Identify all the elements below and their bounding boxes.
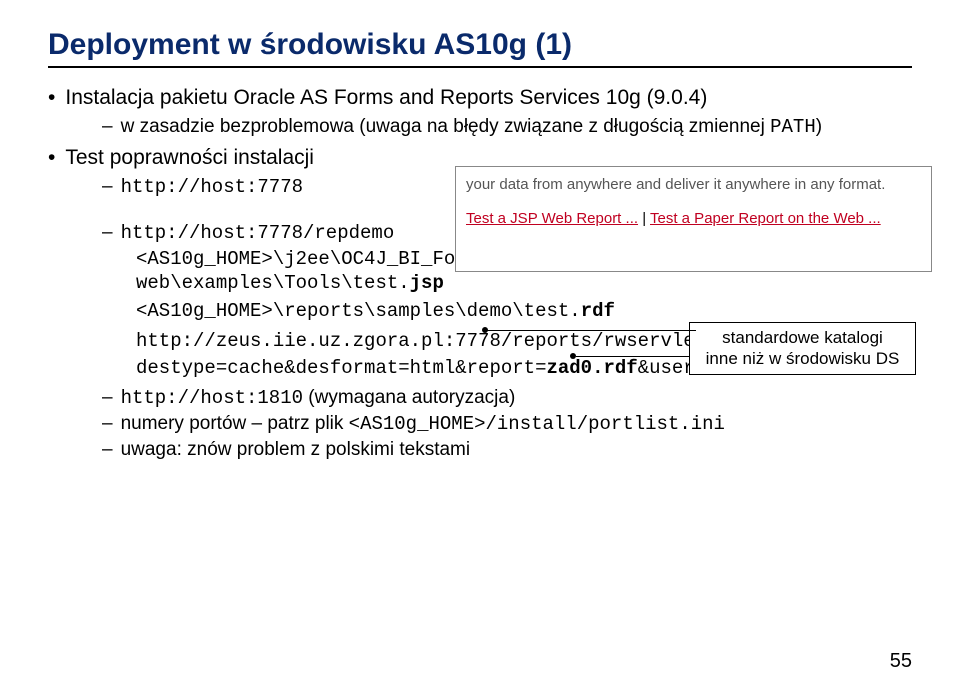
callout-line1: standardowe katalogi — [698, 327, 907, 348]
dash-icon: – — [102, 222, 113, 243]
page-number: 55 — [890, 650, 912, 673]
subbullet-polskie: –uwaga: znów problem z polskimi tekstami — [102, 439, 912, 461]
browser-snippet-box: your data from anywhere and deliver it a… — [455, 166, 932, 272]
bullet-install: •Instalacja pakietu Oracle AS Forms and … — [48, 86, 912, 110]
dash-icon: – — [102, 176, 113, 197]
dash-icon: – — [102, 116, 113, 137]
link-paper-report[interactable]: Test a Paper Report on the Web ... — [650, 210, 881, 227]
callout-line2: inne niż w środowisku DS — [698, 348, 907, 369]
browser-snippet-text: your data from anywhere and deliver it a… — [466, 175, 921, 195]
dash-icon: – — [102, 413, 113, 434]
slide-title: Deployment w środowisku AS10g (1) — [48, 28, 912, 68]
subbullet-bezproblemowa: –w zasadzie bezproblemowa (uwaga na błęd… — [102, 116, 912, 138]
subbullet-portlist: –numery portów – patrz plik <AS10g_HOME>… — [102, 413, 912, 435]
callout-note: standardowe katalogi inne niż w środowis… — [689, 322, 916, 375]
bullet-dot: • — [48, 146, 55, 169]
path-reports-demo: <AS10g_HOME>\reports\samples\demo\test.r… — [136, 299, 912, 323]
subbullet-host1810: –http://host:1810 (wymagana autoryzacja) — [102, 387, 912, 409]
dash-icon: – — [102, 387, 113, 408]
link-separator: | — [638, 210, 650, 227]
leader-dot — [482, 327, 488, 333]
dash-icon: – — [102, 439, 113, 460]
leader-line — [486, 330, 696, 331]
bullet-dot: • — [48, 86, 55, 109]
leader-line — [576, 356, 690, 357]
link-jsp-report[interactable]: Test a JSP Web Report ... — [466, 210, 638, 227]
